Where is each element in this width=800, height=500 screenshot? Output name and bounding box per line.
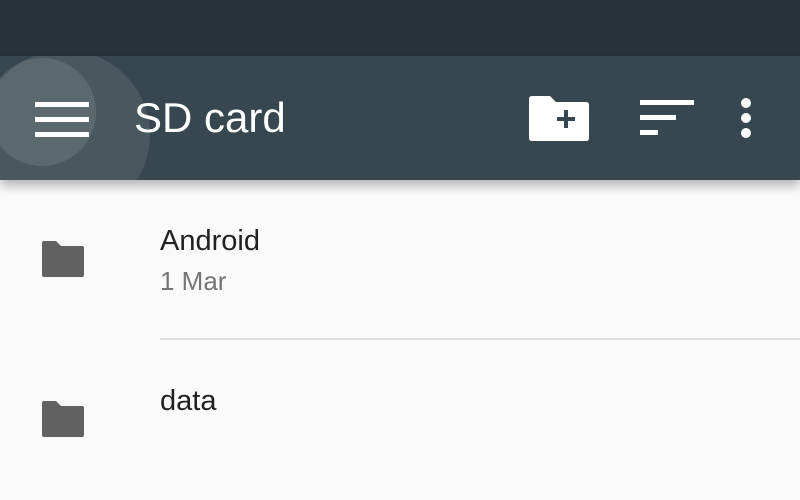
folder-icon — [42, 401, 84, 437]
more-vert-icon[interactable] — [726, 96, 766, 140]
file-name: Android — [160, 225, 260, 257]
hamburger-menu-icon[interactable] — [8, 64, 116, 172]
create-new-folder-icon[interactable] — [526, 92, 592, 144]
file-name: data — [160, 385, 217, 417]
file-date: 1 Mar — [160, 266, 227, 296]
app-toolbar: SD card — [0, 56, 800, 180]
file-list: Android 1 Mar data — [0, 180, 800, 500]
toolbar-title: SD card — [134, 94, 286, 141]
folder-icon — [42, 241, 84, 277]
sort-icon[interactable] — [636, 96, 696, 140]
list-item[interactable]: data — [0, 340, 800, 500]
list-item[interactable]: Android 1 Mar — [0, 180, 800, 340]
status-bar — [0, 0, 800, 56]
